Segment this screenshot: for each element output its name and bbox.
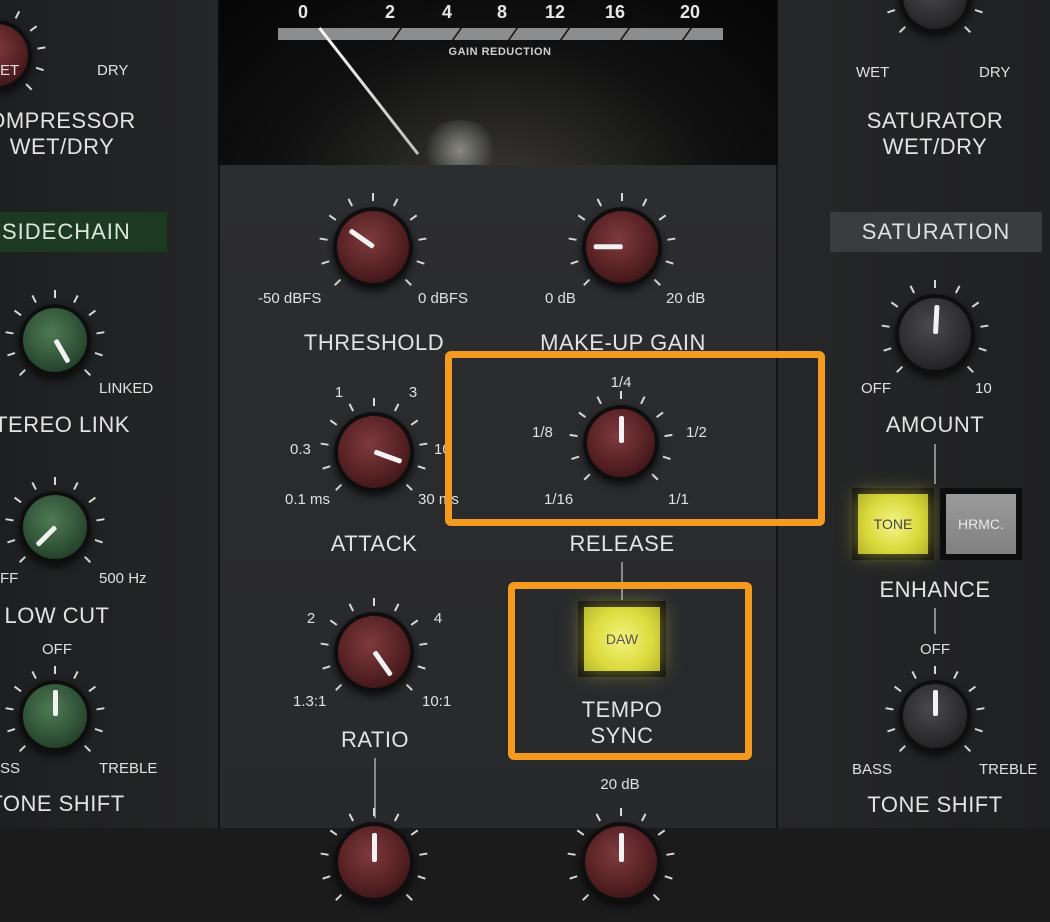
low-cut-knob[interactable] [0, 471, 111, 583]
amount-knob[interactable] [875, 274, 995, 394]
ratio-2-label: 2 [306, 610, 316, 627]
saturator-wet-label: WET [856, 64, 890, 81]
tone-enhance-button[interactable]: TONE [852, 488, 934, 560]
saturator-wetdry-title-1: SATURATOR [866, 108, 1004, 133]
amount-off-label: OFF [861, 380, 891, 397]
right-tone-shift-title: TONE SHIFT [867, 792, 1003, 817]
threshold-knob[interactable] [313, 187, 433, 307]
ratio-min-label: 1.3:1 [293, 693, 327, 710]
right-tone-shift-knob[interactable] [879, 660, 991, 772]
meter-glow [420, 120, 500, 165]
meter-scale-12: 12 [544, 2, 566, 22]
stereo-link-knob[interactable] [0, 284, 111, 396]
left-tone-shift-off-label: OFF [42, 641, 72, 658]
saturator-dry-label: DRY [979, 64, 1011, 81]
threshold-min-label: -50 dBFS [258, 290, 322, 307]
enhance-title: ENHANCE [879, 577, 991, 602]
harmonics-enhance-button[interactable]: HRMC. [940, 488, 1022, 560]
bottom-left-knob[interactable] [314, 802, 434, 922]
attack-03-label: 0.3 [290, 441, 311, 458]
left-tone-shift-bass-label: SS [0, 760, 21, 777]
attack-min-label: 0.1 ms [285, 491, 331, 508]
meter-scale-8: 8 [496, 2, 508, 22]
low-cut-max-label: 500 Hz [99, 570, 147, 587]
amount-title: AMOUNT [885, 412, 985, 437]
knob-pointer [52, 690, 58, 716]
right-tone-shift-bass-label: BASS [852, 761, 893, 778]
meter-scale-2: 2 [384, 2, 396, 22]
attack-1-label: 1 [334, 384, 344, 401]
ratio-knob[interactable] [314, 592, 434, 712]
left-tone-shift-title: TONE SHIFT [0, 791, 125, 816]
left-tone-shift-treble-label: TREBLE [99, 760, 158, 777]
compressor-wetdry-knob[interactable] [0, 0, 52, 110]
release-title: RELEASE [569, 531, 675, 556]
compressor-wet-label: ET [0, 62, 20, 79]
low-cut-title: LOW CUT [4, 603, 110, 628]
meter-scale-4: 4 [441, 2, 453, 22]
sidechain-header: SIDECHAIN [0, 212, 167, 252]
low-cut-off-label: FF [0, 570, 19, 587]
knob-pointer [932, 305, 940, 335]
saturator-wetdry-title-2: WET/DRY [882, 134, 988, 159]
makeup-gain-knob[interactable] [562, 187, 682, 307]
ratio-title: RATIO [340, 727, 410, 752]
attack-3-label: 3 [408, 384, 418, 401]
meter-label: GAIN REDUCTION [448, 46, 552, 58]
tempo-sync-highlight [508, 582, 752, 760]
meter-scale-20: 20 [679, 2, 701, 22]
left-tone-shift-knob[interactable] [0, 660, 111, 772]
enhance-connector [934, 444, 936, 484]
gain-reduction-meter: 0 2 4 8 12 16 20 GAIN REDUCTION [218, 0, 778, 165]
compressor-wetdry-title-1: OMPRESSOR [0, 108, 136, 133]
bottom-knob-max-label: 20 dB [600, 776, 640, 793]
saturation-header: SATURATION [830, 212, 1042, 252]
ratio-4-label: 4 [433, 610, 443, 627]
stereo-link-linked-label: LINKED [99, 380, 154, 397]
bottom-right-knob[interactable] [561, 802, 681, 922]
compressor-dry-label: DRY [97, 62, 129, 79]
stereo-link-title: TEREO LINK [0, 412, 130, 437]
harmonics-enhance-button-label: HRMC. [946, 494, 1016, 554]
tone-shift-connector [934, 608, 936, 634]
attack-knob[interactable] [314, 392, 434, 512]
knob-pointer [593, 244, 622, 250]
knob-pointer [932, 690, 938, 716]
ratio-max-label: 10:1 [422, 693, 452, 710]
attack-title: ATTACK [330, 531, 418, 556]
knob-pointer [618, 833, 624, 862]
amount-max-label: 10 [975, 380, 992, 397]
tone-enhance-button-label: TONE [858, 494, 928, 554]
makeup-min-label: 0 dB [545, 290, 576, 307]
makeup-max-label: 20 dB [666, 290, 706, 307]
meter-scale-0: 0 [297, 2, 309, 22]
threshold-title: THRESHOLD [303, 330, 445, 355]
release-highlight [445, 351, 825, 526]
right-tone-shift-treble-label: TREBLE [979, 761, 1038, 778]
meter-scale-strip [278, 28, 723, 40]
right-tone-shift-off-label: OFF [920, 641, 950, 658]
meter-scale-16: 16 [604, 2, 626, 22]
compressor-wetdry-title-2: WET/DRY [9, 134, 115, 159]
threshold-max-label: 0 dBFS [418, 290, 469, 307]
knob-pointer [371, 833, 377, 862]
saturator-wetdry-knob[interactable] [879, 0, 991, 53]
